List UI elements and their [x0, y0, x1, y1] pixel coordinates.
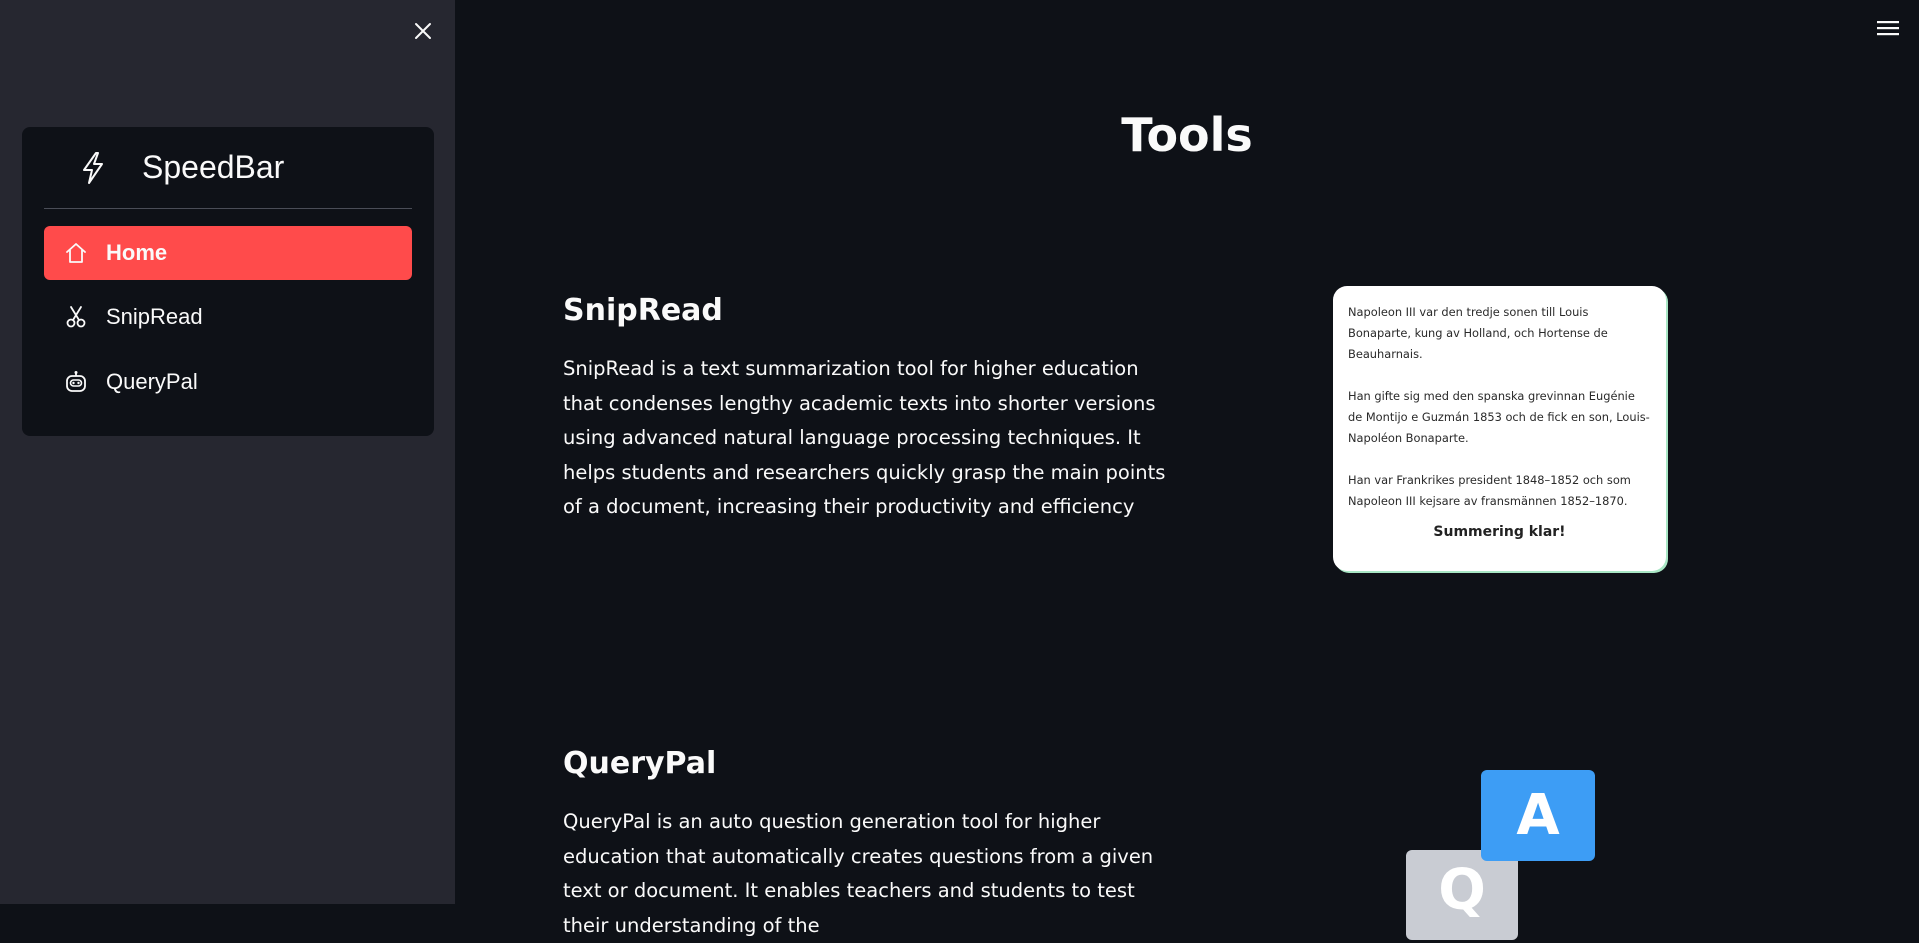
nav-item-snipread[interactable]: SnipRead [44, 290, 412, 344]
sidebar: SpeedBar Home SnipRead QueryPal [0, 0, 455, 904]
close-icon [415, 23, 431, 39]
hamburger-menu-icon [1877, 21, 1899, 36]
brand-title: SpeedBar [142, 149, 285, 185]
preview-paragraph: Han var Frankrikes president 1848–1852 o… [1348, 473, 1631, 508]
snipread-preview-card: Napoleon III var den tredje sonen till L… [1333, 286, 1666, 571]
nav-item-label: QueryPal [106, 369, 198, 394]
nav-item-home[interactable]: Home [44, 226, 412, 280]
scissors-icon [64, 305, 88, 329]
section-title-querypal: QueryPal [563, 746, 717, 781]
section-title-snipread: SnipRead [563, 293, 723, 328]
lightning-bolt-icon [78, 150, 108, 186]
close-sidebar-button[interactable] [410, 18, 436, 44]
section-description-snipread: SnipRead is a text summarization tool fo… [563, 357, 1166, 518]
robot-icon [64, 370, 88, 394]
page-title: Tools [1121, 108, 1253, 162]
summary-status-text: Summering klar! [1433, 524, 1566, 540]
preview-paragraph: Han gifte sig med den spanska grevinnan … [1348, 389, 1650, 445]
main-menu-button[interactable] [1874, 16, 1902, 40]
nav-header: SpeedBar [44, 127, 412, 209]
nav-item-label: SnipRead [106, 304, 203, 329]
nav-menu: SpeedBar Home SnipRead QueryPal [22, 127, 434, 436]
section-description-querypal: QueryPal is an auto question generation … [563, 810, 1154, 937]
answer-tile-illustration: A [1481, 770, 1595, 861]
question-tile-illustration: Q [1406, 850, 1518, 940]
nav-item-querypal[interactable]: QueryPal [44, 355, 412, 409]
preview-paragraph: Napoleon III var den tredje sonen till L… [1348, 305, 1608, 361]
home-icon [64, 241, 88, 265]
nav-item-label: Home [106, 240, 168, 265]
